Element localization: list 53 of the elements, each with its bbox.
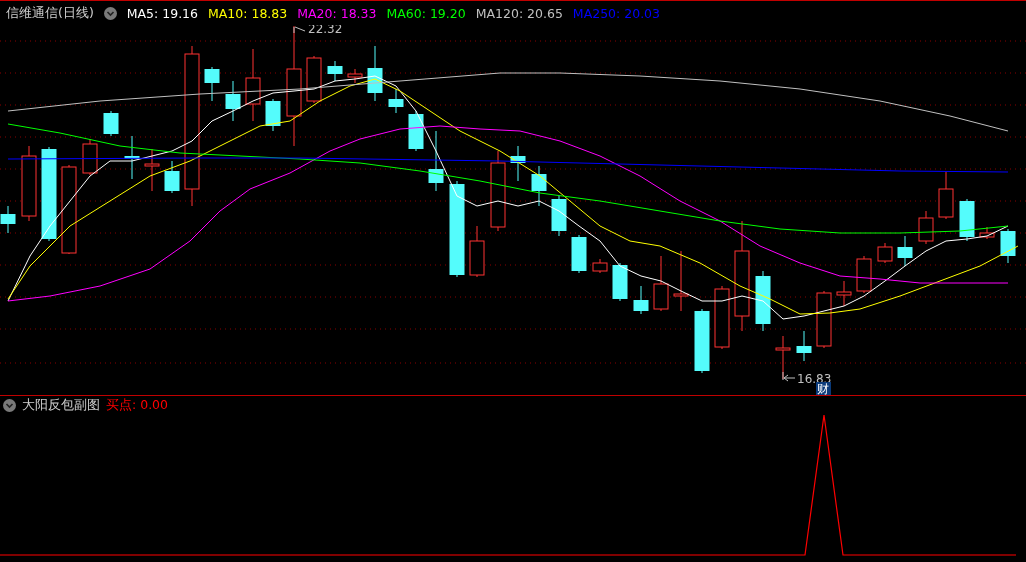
- candlestick: [347, 68, 363, 84]
- indicator-value: MA20: 18.33: [297, 5, 377, 21]
- leader-line: [293, 26, 306, 34]
- candlestick: [82, 138, 98, 176]
- candlestick: [204, 66, 220, 102]
- candlestick: [571, 234, 587, 274]
- candlestick: [408, 110, 424, 152]
- candlestick: [531, 165, 547, 207]
- candlestick: [979, 226, 995, 240]
- candlestick: [510, 145, 526, 182]
- candlestick: [796, 330, 812, 362]
- candlestick: [755, 270, 771, 332]
- candlestick: [694, 308, 710, 374]
- indicator-value: MA10: 18.83: [208, 5, 288, 21]
- candlestick: [367, 45, 383, 102]
- indicator-value: MA250: 20.03: [572, 5, 661, 21]
- indicator-title: 大阳反包副图: [22, 396, 100, 414]
- chart-title: 信维通信(日线): [6, 4, 94, 22]
- candlestick: [103, 110, 119, 137]
- candlestick: [673, 250, 689, 312]
- candlestick: [144, 148, 160, 192]
- indicator-value: MA5: 19.16: [126, 5, 199, 21]
- candlestick: [612, 262, 628, 302]
- indicator-value: 买点: 0.00: [106, 396, 169, 414]
- candlestick: [816, 290, 832, 349]
- candlestick: [714, 285, 730, 350]
- candlestick: [592, 258, 608, 274]
- candlestick: [633, 285, 649, 315]
- candlestick: [306, 55, 322, 104]
- candlestick: [469, 225, 485, 278]
- candlestick: [428, 130, 444, 192]
- candlestick: [1000, 228, 1016, 264]
- candlestick: [877, 242, 893, 264]
- chevron-down-icon[interactable]: [3, 398, 16, 412]
- candlestick: [856, 255, 872, 294]
- candlestick: [0, 205, 16, 234]
- indicator-value: MA60: 19.20: [386, 5, 466, 21]
- candlestick: [124, 135, 140, 180]
- candlestick: [225, 80, 241, 122]
- candlestick: [918, 210, 934, 245]
- candlestick: [897, 235, 913, 267]
- candlestick: [265, 98, 281, 132]
- candlestick: [388, 88, 404, 114]
- candlestick: [551, 195, 567, 237]
- candlestick: [653, 255, 669, 312]
- candlestick: [164, 160, 180, 194]
- leader-line: [782, 371, 796, 382]
- indicator-value: MA120: 20.65: [475, 5, 563, 21]
- candlestick: [327, 60, 343, 82]
- candlestick: [938, 170, 954, 220]
- candlestick: [959, 198, 975, 242]
- candlestick: [836, 280, 852, 307]
- chevron-down-icon[interactable]: [103, 6, 117, 20]
